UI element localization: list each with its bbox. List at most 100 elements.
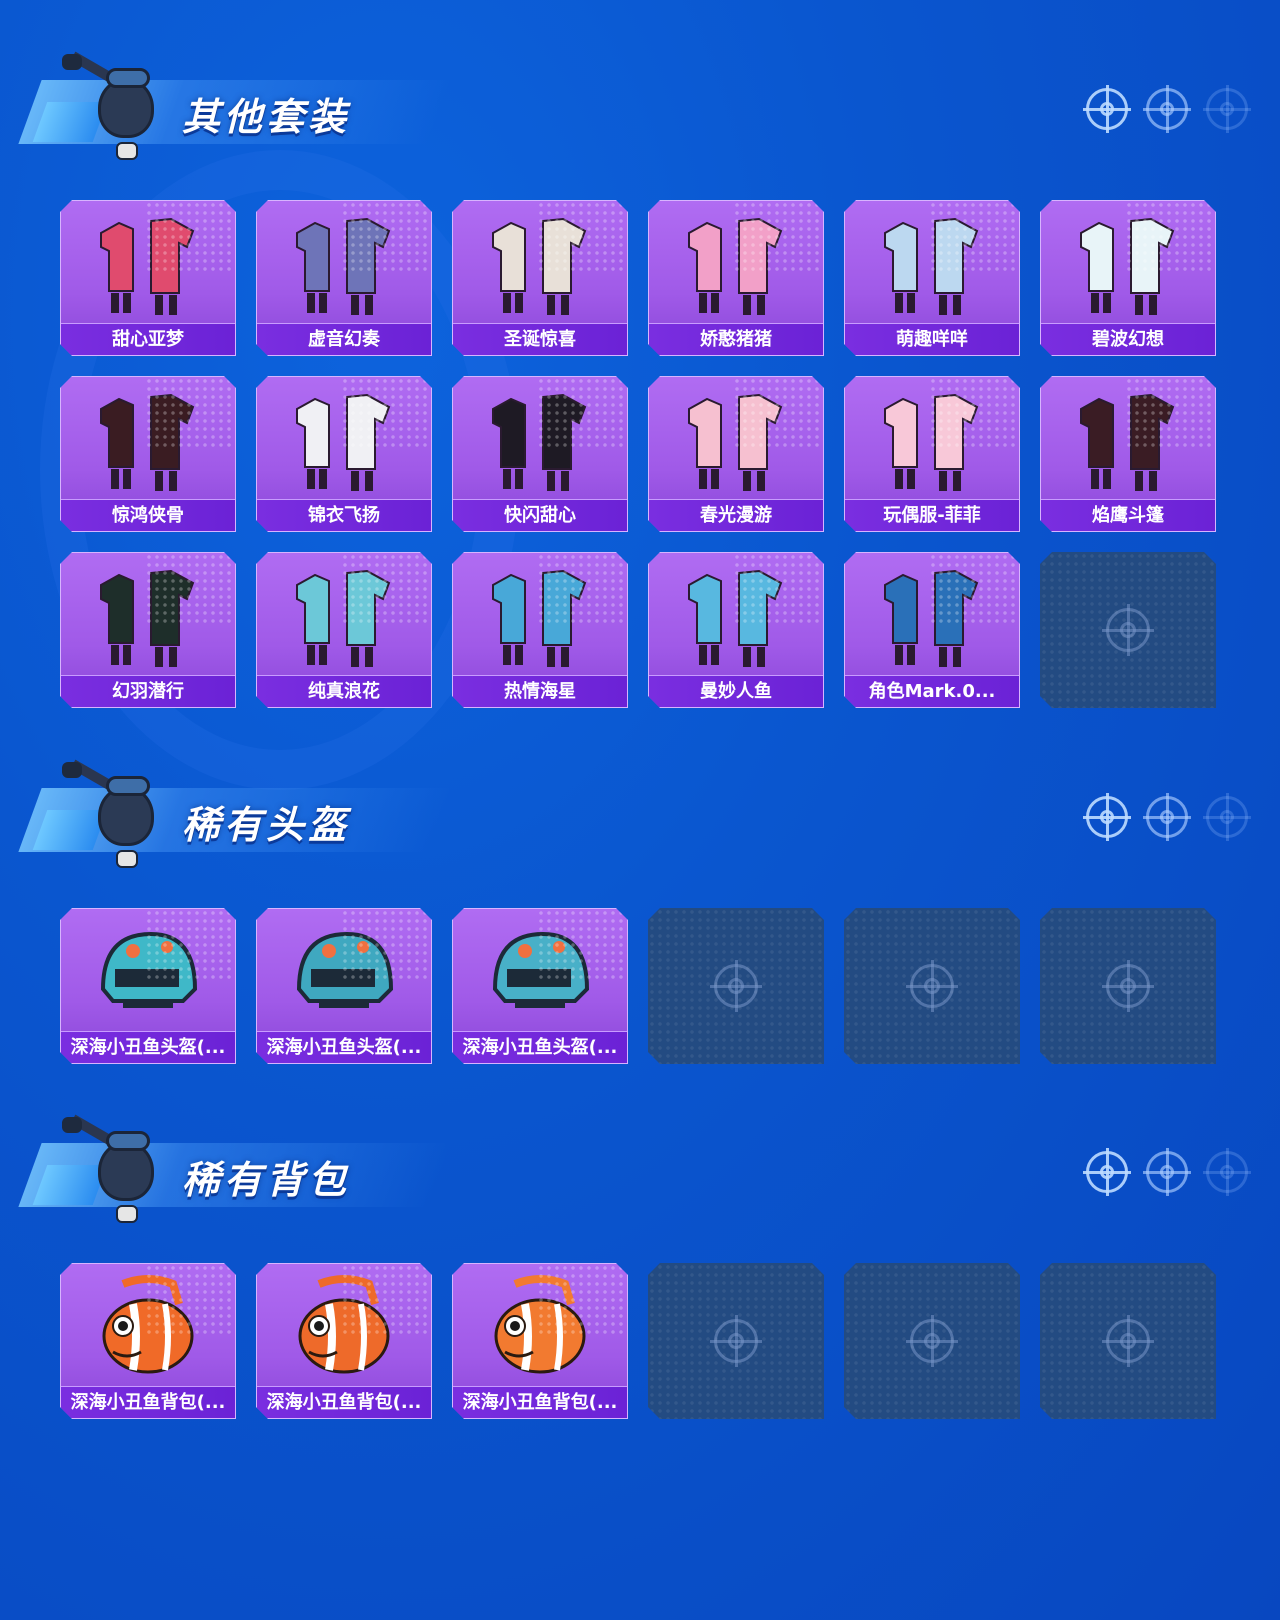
crosshair-icon — [1083, 793, 1131, 841]
crosshair-icon — [1143, 85, 1191, 133]
section-rare-backpacks: 稀有背包 深海小丑鱼背包(... 深海小丑鱼背包(... 深海小丑鱼背包(... — [0, 1113, 1280, 1419]
item-grid: 甜心亚梦 虚音幻奏 圣诞惊喜 娇憨猪猪 萌趣咩咩 碧波幻想惊鸿侠骨 锦衣飞扬 快闪甜心 春光漫游… — [60, 200, 1216, 708]
item-card[interactable]: 焰鹰斗篷 — [1040, 376, 1216, 532]
crosshair-icon — [1203, 1148, 1251, 1196]
outfit-icon — [93, 387, 203, 495]
crosshair-icon — [1203, 793, 1251, 841]
item-card[interactable]: 甜心亚梦 — [60, 200, 236, 356]
crosshair-icon — [906, 960, 958, 1012]
item-card[interactable]: 热情海星 — [452, 552, 628, 708]
outfit-icon — [1073, 387, 1183, 495]
empty-slot — [1040, 908, 1216, 1064]
item-label: 虚音幻奏 — [257, 323, 431, 355]
section-rare-helmets: 稀有头盔 深海小丑鱼头盔(... 深海小丑鱼头盔(... 深海小丑鱼头盔(... — [0, 758, 1280, 1064]
item-card[interactable]: 虚音幻奏 — [256, 200, 432, 356]
item-label: 深海小丑鱼头盔(... — [61, 1031, 235, 1063]
item-card[interactable]: 惊鸿侠骨 — [60, 376, 236, 532]
item-card[interactable]: 深海小丑鱼背包(... — [452, 1263, 628, 1419]
item-card[interactable]: 快闪甜心 — [452, 376, 628, 532]
section-other-outfits: 其他套装 甜心亚梦 虚音幻奏 圣诞惊喜 娇憨猪猪 萌趣咩咩 碧波幻想惊鸿侠骨 锦衣飞扬 快闪甜… — [0, 50, 1280, 708]
item-card[interactable]: 圣诞惊喜 — [452, 200, 628, 356]
section-title: 稀有头盔 — [182, 803, 351, 847]
crosshair-icon — [1203, 85, 1251, 133]
item-grid: 深海小丑鱼头盔(... 深海小丑鱼头盔(... 深海小丑鱼头盔(... — [60, 908, 1216, 1064]
empty-slot — [1040, 1263, 1216, 1419]
crosshair-icon — [1102, 604, 1154, 656]
item-card[interactable]: 曼妙人鱼 — [648, 552, 824, 708]
empty-slot — [648, 1263, 824, 1419]
outfit-icon — [289, 387, 399, 495]
mascot-icon — [60, 50, 170, 160]
item-label: 幻羽潜行 — [61, 675, 235, 707]
item-label: 热情海星 — [453, 675, 627, 707]
section-header: 稀有背包 — [0, 1113, 1280, 1233]
item-card[interactable]: 娇憨猪猪 — [648, 200, 824, 356]
item-card[interactable]: 角色Mark.0... — [844, 552, 1020, 708]
item-card[interactable]: 深海小丑鱼背包(... — [256, 1263, 432, 1419]
empty-slot — [1040, 552, 1216, 708]
empty-slot — [844, 1263, 1020, 1419]
outfit-icon — [93, 211, 203, 319]
item-label: 惊鸿侠骨 — [61, 499, 235, 531]
outfit-icon — [681, 563, 791, 671]
item-card[interactable]: 深海小丑鱼头盔(... — [452, 908, 628, 1064]
crosshair-decoration — [1083, 1148, 1251, 1196]
crosshair-icon — [710, 1315, 762, 1367]
item-card[interactable]: 幻羽潜行 — [60, 552, 236, 708]
section-title: 其他套装 — [182, 95, 351, 139]
backpack-icon — [289, 1274, 399, 1382]
outfit-icon — [485, 563, 595, 671]
item-card[interactable]: 纯真浪花 — [256, 552, 432, 708]
empty-slot — [844, 908, 1020, 1064]
item-grid: 深海小丑鱼背包(... 深海小丑鱼背包(... 深海小丑鱼背包(... — [60, 1263, 1216, 1419]
backpack-icon — [485, 1274, 595, 1382]
outfit-icon — [289, 563, 399, 671]
item-label: 娇憨猪猪 — [649, 323, 823, 355]
mascot-icon — [60, 1113, 170, 1223]
item-label: 玩偶服-菲菲 — [845, 499, 1019, 531]
helmet-icon — [485, 919, 595, 1027]
helmet-icon — [93, 919, 203, 1027]
item-card[interactable]: 锦衣飞扬 — [256, 376, 432, 532]
item-card[interactable]: 萌趣咩咩 — [844, 200, 1020, 356]
crosshair-icon — [710, 960, 762, 1012]
outfit-icon — [681, 387, 791, 495]
item-label: 深海小丑鱼背包(... — [453, 1386, 627, 1418]
mascot-icon — [60, 758, 170, 868]
crosshair-icon — [1083, 85, 1131, 133]
empty-slot — [648, 908, 824, 1064]
item-card[interactable]: 深海小丑鱼背包(... — [60, 1263, 236, 1419]
crosshair-icon — [1143, 793, 1191, 841]
item-card[interactable]: 春光漫游 — [648, 376, 824, 532]
item-label: 春光漫游 — [649, 499, 823, 531]
item-label: 深海小丑鱼背包(... — [61, 1386, 235, 1418]
item-label: 角色Mark.0... — [845, 675, 1019, 707]
item-card[interactable]: 碧波幻想 — [1040, 200, 1216, 356]
item-label: 深海小丑鱼头盔(... — [257, 1031, 431, 1063]
outfit-icon — [289, 211, 399, 319]
item-label: 深海小丑鱼头盔(... — [453, 1031, 627, 1063]
crosshair-icon — [1143, 1148, 1191, 1196]
helmet-icon — [289, 919, 399, 1027]
crosshair-decoration — [1083, 85, 1251, 133]
outfit-icon — [485, 211, 595, 319]
outfit-icon — [1073, 211, 1183, 319]
crosshair-icon — [1102, 1315, 1154, 1367]
item-label: 锦衣飞扬 — [257, 499, 431, 531]
item-card[interactable]: 深海小丑鱼头盔(... — [256, 908, 432, 1064]
item-label: 深海小丑鱼背包(... — [257, 1386, 431, 1418]
item-label: 纯真浪花 — [257, 675, 431, 707]
crosshair-icon — [1083, 1148, 1131, 1196]
item-label: 焰鹰斗篷 — [1041, 499, 1215, 531]
outfit-icon — [93, 563, 203, 671]
crosshair-icon — [1102, 960, 1154, 1012]
section-title: 稀有背包 — [182, 1158, 351, 1202]
item-label: 碧波幻想 — [1041, 323, 1215, 355]
crosshair-decoration — [1083, 793, 1251, 841]
item-card[interactable]: 深海小丑鱼头盔(... — [60, 908, 236, 1064]
item-label: 曼妙人鱼 — [649, 675, 823, 707]
item-card[interactable]: 玩偶服-菲菲 — [844, 376, 1020, 532]
item-label: 圣诞惊喜 — [453, 323, 627, 355]
section-header: 稀有头盔 — [0, 758, 1280, 878]
section-header: 其他套装 — [0, 50, 1280, 170]
